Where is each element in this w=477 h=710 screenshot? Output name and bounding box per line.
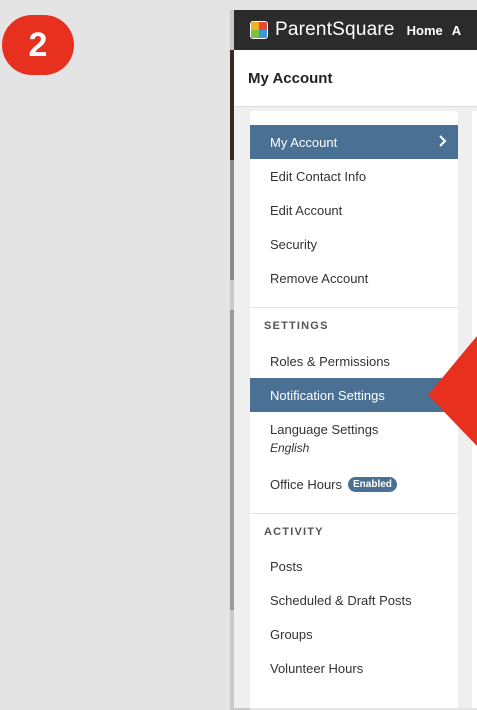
nav-next-link[interactable]: A [452,23,461,38]
top-navigation-bar: ParentSquare Home A [234,10,477,50]
section-heading-activity: ACTIVITY [264,526,324,538]
sidebar-item-edit-contact-info[interactable]: Edit Contact Info [250,159,458,193]
menu-divider [250,513,458,514]
step-number-badge: 2 [2,15,74,75]
sidebar-item-label: Posts [270,558,303,574]
sidebar-item-label: Edit Contact Info [270,168,367,184]
chevron-right-icon [439,135,447,147]
red-arrow-pointer-icon [428,336,477,446]
sidebar-item-label: My Account [270,134,338,150]
nav-home-link[interactable]: Home [407,23,443,38]
sidebar-item-office-hours[interactable]: Office Hours Enabled [250,467,458,501]
sidebar-item-security[interactable]: Security [250,227,458,261]
sidebar-item-notification-settings[interactable]: Notification Settings [250,378,458,412]
sidebar-item-label: Groups [270,626,313,642]
page-header: My Account [234,50,477,107]
sidebar-item-label: Security [270,236,317,252]
brand-name[interactable]: ParentSquare [275,19,395,41]
sidebar-item-label: Volunteer Hours [270,660,364,676]
sidebar-item-remove-account[interactable]: Remove Account [250,261,458,295]
section-heading-settings: SETTINGS [264,320,329,332]
menu-divider [250,307,458,308]
sidebar-item-label: Remove Account [270,270,369,286]
sidebar-item-groups[interactable]: Groups [250,617,458,651]
sidebar-item-label: Notification Settings [270,387,385,403]
parentsquare-logo-icon[interactable] [250,21,268,39]
sidebar-item-posts[interactable]: Posts [250,549,458,583]
account-sidebar-menu: My Account Edit Contact Info Edit Accoun… [250,111,458,708]
sidebar-item-label: Scheduled & Draft Posts [270,592,412,608]
sidebar-item-label: Roles & Permissions [270,353,390,369]
language-current-value: English [270,441,310,455]
sidebar-item-my-account[interactable]: My Account [250,125,458,159]
sidebar-item-label: Edit Account [270,202,343,218]
sidebar-item-scheduled-draft-posts[interactable]: Scheduled & Draft Posts [250,583,458,617]
sidebar-item-edit-account[interactable]: Edit Account [250,193,458,227]
sidebar-item-language-settings[interactable]: Language Settings [270,422,378,437]
sidebar-item-roles-permissions[interactable]: Roles & Permissions [250,344,458,378]
sidebar-item-label: Office Hours [270,476,343,492]
page-title: My Account [248,69,333,87]
status-badge: Enabled [348,476,397,492]
sidebar-item-volunteer-hours[interactable]: Volunteer Hours [250,651,458,685]
